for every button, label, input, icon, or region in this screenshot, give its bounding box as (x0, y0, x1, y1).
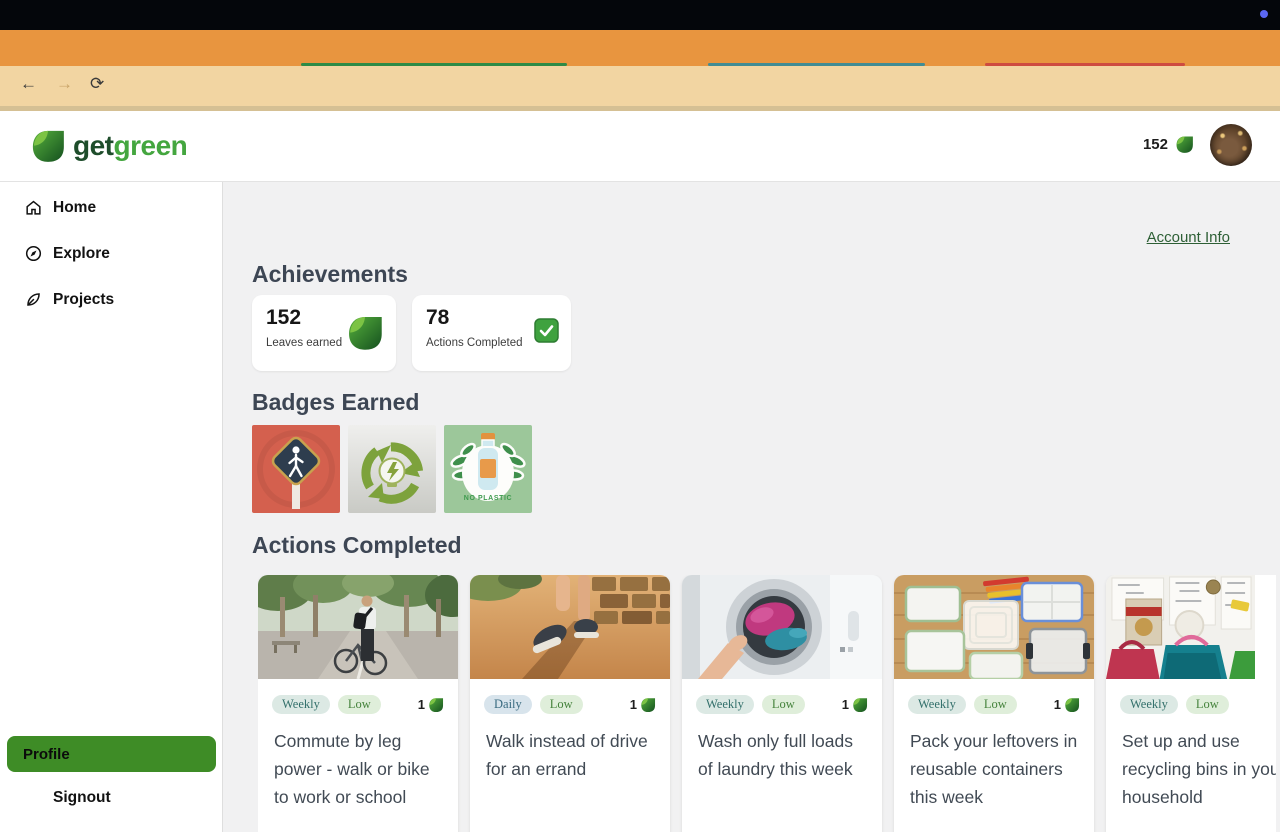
user-avatar[interactable] (1210, 124, 1252, 166)
badge-caption: NO PLASTIC (464, 495, 512, 502)
leaf-count-value: 1 (841, 697, 849, 712)
sidebar-item-projects[interactable]: Projects (24, 290, 114, 309)
stat-card-actions: 78 Actions Completed (412, 295, 571, 371)
check-icon (534, 318, 559, 343)
frequency-pill: Weekly (272, 695, 330, 714)
sidebar-item-profile-active[interactable]: Profile (7, 736, 216, 772)
frequency-pill: Weekly (696, 695, 754, 714)
actions-title: Actions Completed (252, 532, 462, 558)
impact-pill: Low (337, 695, 381, 714)
signout-icon (24, 788, 43, 807)
achievements-title: Achievements (252, 261, 408, 287)
leaf-count-value: 1 (417, 697, 425, 712)
account-info-link[interactable]: Account Info (1147, 229, 1230, 246)
recycling-energy-badge (348, 425, 436, 513)
sidebar: Home Explore Projects Profile Signout (0, 182, 223, 832)
stat-card-leaves: 152 Leaves earned (252, 295, 396, 371)
card-meta-row: Daily Low 1 (484, 695, 656, 714)
sidebar-item-label: Projects (53, 290, 115, 308)
back-icon[interactable]: ← (20, 74, 37, 94)
impact-pill: Low (1185, 695, 1229, 714)
getgreen-logo[interactable]: getgreen (30, 128, 188, 164)
sidebar-item-label: Home (53, 198, 97, 216)
card-leaf-count: 1 (418, 697, 444, 713)
logo-get: get (73, 130, 114, 161)
sidebar-item-label: Explore (53, 244, 110, 262)
walking-photo (470, 575, 670, 679)
impact-pill: Low (973, 695, 1017, 714)
laundry-photo (682, 575, 882, 679)
menubar-status-dot (1260, 10, 1268, 18)
actions-carousel[interactable]: Weekly Low 1 Commute by leg power - walk… (258, 575, 1276, 832)
leaf-count-value: 1 (1053, 697, 1061, 712)
frequency-pill: Weekly (908, 695, 966, 714)
logo-green: green (113, 130, 188, 161)
impact-pill: Low (539, 695, 583, 714)
leaf-icon (641, 697, 656, 712)
browser-toolbar: ← → ⟳ desktop.getgreen.eco/#/profile ☆ ✳… (0, 66, 1280, 167)
sidebar-item-home[interactable]: Home (24, 198, 96, 217)
action-card-title: Wash only full loads of laundry this wee… (698, 731, 853, 779)
logo-wordmark: getgreen (73, 130, 188, 162)
browser-tab-strip: P H Physics Comp Sci Math ESS P IE P R C… (0, 30, 1280, 96)
leaf-icon (429, 697, 444, 712)
containers-photo (894, 575, 1094, 679)
sidebar-signout-label: Signout (53, 788, 111, 806)
commute-photo (258, 575, 458, 679)
action-card-commute[interactable]: Weekly Low 1 Commute by leg power - walk… (258, 575, 458, 832)
stat-label: Leaves earned (266, 337, 343, 349)
app-body: Home Explore Projects Profile Signout Ac… (0, 182, 1280, 832)
leaf-count: 152 (1143, 135, 1194, 154)
leaf-logo-icon (32, 130, 64, 162)
card-meta-row: Weekly Low 1 (908, 695, 1080, 714)
card-meta-row: Weekly Low (1120, 695, 1276, 714)
leaf-icon (349, 317, 382, 350)
stat-value: 152 (266, 306, 302, 329)
card-meta-row: Weekly Low 1 (272, 695, 444, 714)
leaf-outline-icon (27, 293, 40, 306)
home-icon (26, 200, 41, 215)
card-leaf-count: 1 (630, 697, 656, 713)
leaf-count-value: 152 (1142, 136, 1168, 153)
impact-pill: Low (761, 695, 805, 714)
sidebar-item-explore[interactable]: Explore (24, 244, 110, 263)
site-header: getgreen 152 (0, 111, 1280, 182)
leaf-icon (853, 697, 868, 712)
sidebar-profile-label: Profile (23, 745, 70, 763)
forward-icon[interactable]: → (56, 74, 73, 94)
action-card-title: Walk instead of drive for an errand (486, 731, 648, 779)
card-leaf-count: 1 (1054, 697, 1080, 713)
stat-value: 78 (426, 306, 450, 329)
no-plastic-badge: NO PLASTIC (444, 425, 532, 513)
sidebar-item-signout[interactable]: Signout (24, 788, 111, 807)
badges-title: Badges Earned (252, 389, 420, 415)
pedestrian-crossing-badge (252, 425, 340, 513)
leaf-icon (1176, 136, 1193, 153)
reload-icon[interactable]: ⟳ (90, 74, 104, 94)
frequency-pill: Daily (484, 695, 532, 714)
action-card-containers[interactable]: Weekly Low 1 Pack your leftovers in reus… (894, 575, 1094, 832)
compass-icon (25, 245, 42, 262)
action-card-title: Commute by leg power - walk or bike to w… (274, 731, 430, 807)
action-card-recycling[interactable]: Weekly Low Set up and use recycling bins… (1106, 575, 1276, 832)
leaf-count-value: 1 (629, 697, 637, 712)
action-card-title: Set up and use recycling bins in your ho… (1122, 731, 1276, 807)
profile-page: Account Info Achievements 152 Leaves ear… (224, 182, 1280, 832)
recycling-photo (1106, 575, 1255, 679)
frequency-pill: Weekly (1120, 695, 1178, 714)
stat-label: Actions Completed (426, 337, 523, 349)
macos-menu-bar (0, 0, 1280, 30)
leaf-icon (1065, 697, 1080, 712)
action-card-walk[interactable]: Daily Low 1 Walk instead of drive for an… (470, 575, 670, 832)
action-card-title: Pack your leftovers in reusable containe… (910, 731, 1078, 807)
action-card-laundry[interactable]: Weekly Low 1 Wash only full loads of lau… (682, 575, 882, 832)
card-meta-row: Weekly Low 1 (696, 695, 868, 714)
card-leaf-count: 1 (842, 697, 868, 713)
